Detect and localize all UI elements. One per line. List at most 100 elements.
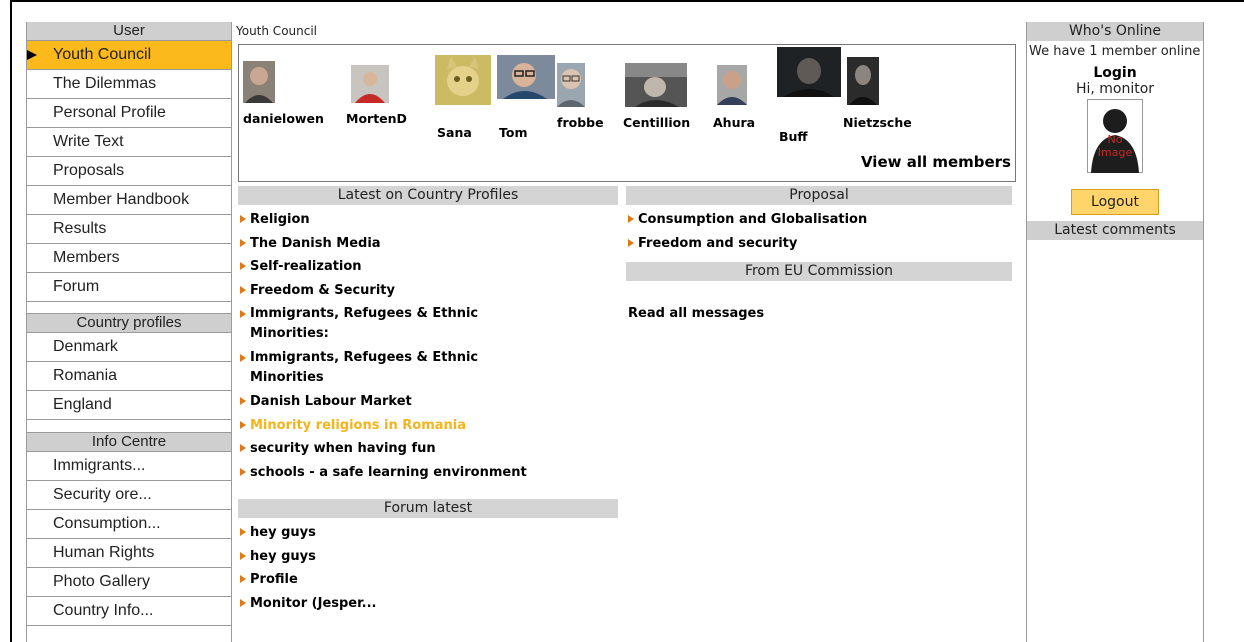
proposal-section-header: Proposal: [626, 186, 1012, 205]
online-count-text: We have 1 member online: [1029, 44, 1201, 59]
arrow-icon: [240, 598, 246, 607]
nav-label: Security ore...: [53, 486, 152, 503]
link-text: Consumption and Globalisation: [638, 212, 868, 227]
member-name: MortenD: [346, 111, 407, 126]
link-text: Immigrants, Refugees & Ethnic Minorities…: [250, 306, 479, 341]
nav-denmark[interactable]: Denmark: [27, 333, 231, 362]
arrow-icon: [240, 397, 246, 405]
logout-button[interactable]: Logout: [1071, 189, 1159, 215]
link-text: Minority religions in Romania: [250, 417, 466, 433]
link-text: Religion: [250, 212, 310, 227]
member-card[interactable]: MortenD: [346, 65, 407, 126]
nav-member-handbook[interactable]: Member Handbook: [27, 186, 231, 215]
list-item[interactable]: Freedom and security: [626, 232, 1012, 256]
latest-comments-header: Latest comments: [1027, 221, 1203, 240]
member-name: Centillion: [623, 115, 691, 130]
list-item[interactable]: schools - a safe learning environment: [238, 461, 618, 485]
arrow-icon: [240, 310, 246, 318]
nav-spacer: [27, 302, 231, 314]
nav-members[interactable]: Members: [27, 244, 231, 273]
nav-label: Photo Gallery: [53, 573, 150, 590]
member-photo: [497, 55, 555, 99]
forum-latest-list: hey guys hey guys Profile Monitor (Jespe…: [238, 521, 618, 615]
member-card[interactable]: Buff: [777, 47, 841, 144]
member-photo: [717, 65, 747, 105]
nav-label: Members: [53, 249, 120, 266]
nav-personal-profile[interactable]: Personal Profile: [27, 99, 231, 128]
arrow-icon: [628, 215, 634, 223]
country-profiles-section-header: Latest on Country Profiles: [238, 186, 618, 205]
eu-commission-section-header: From EU Commission: [626, 262, 1012, 281]
list-item[interactable]: The Danish Media: [238, 232, 618, 256]
info-centre-header: Info Centre: [27, 432, 231, 452]
link-text: Profile: [250, 572, 298, 587]
member-card[interactable]: Nietzsche: [843, 57, 912, 130]
arrow-icon: [628, 238, 634, 247]
list-item[interactable]: Danish Labour Market: [238, 390, 618, 414]
nav-human-rights[interactable]: Human Rights: [27, 539, 231, 568]
nav-the-dilemmas[interactable]: The Dilemmas: [27, 70, 231, 99]
nav-label: Romania: [53, 367, 118, 384]
nav-photo-gallery[interactable]: Photo Gallery: [27, 568, 231, 597]
left-sidebar: User Youth Council The Dilemmas Personal…: [26, 22, 232, 642]
nav-forum[interactable]: Forum: [27, 273, 231, 302]
list-item[interactable]: Monitor (Jesper...: [238, 592, 618, 616]
link-text: schools - a safe learning environment: [250, 464, 527, 480]
nav-label: Results: [53, 220, 107, 237]
member-name: Sana: [437, 125, 472, 140]
member-card[interactable]: Tom: [497, 55, 555, 140]
list-item[interactable]: Immigrants, Refugees & Ethnic Minorities: [238, 346, 550, 390]
nav-label: Write Text: [53, 133, 124, 150]
nav-write-text[interactable]: Write Text: [27, 128, 231, 157]
arrow-icon: [240, 444, 246, 452]
list-item[interactable]: hey guys: [238, 545, 618, 569]
nav-security[interactable]: Security ore...: [27, 481, 231, 510]
nav-label: Consumption...: [53, 515, 161, 532]
forum-latest-section-header: Forum latest: [238, 499, 618, 518]
nav-label: Human Rights: [53, 544, 155, 561]
nav-label: Proposals: [53, 162, 125, 179]
list-item[interactable]: Consumption and Globalisation: [626, 208, 1012, 232]
nav-results[interactable]: Results: [27, 215, 231, 244]
nav-youth-council[interactable]: Youth Council: [27, 41, 231, 70]
read-all-messages-link[interactable]: Read all messages: [628, 306, 764, 321]
list-item[interactable]: Self-realization: [238, 255, 618, 279]
nav-label: Personal Profile: [53, 104, 166, 121]
member-card[interactable]: danielowen: [243, 61, 324, 126]
nav-proposals[interactable]: Proposals: [27, 157, 231, 186]
member-card[interactable]: Sana: [435, 55, 491, 140]
member-photo: [243, 61, 275, 103]
member-card[interactable]: Centillion: [623, 63, 690, 130]
nav-immigrants[interactable]: Immigrants...: [27, 452, 231, 481]
list-item[interactable]: Minority religions in Romania: [238, 414, 618, 438]
list-item[interactable]: Immigrants, Refugees & Ethnic Minorities…: [238, 302, 550, 346]
current-page-arrow-icon: [27, 50, 37, 60]
list-item[interactable]: Religion: [238, 208, 618, 232]
nav-england[interactable]: England: [27, 391, 231, 420]
nav-label: Denmark: [53, 338, 118, 355]
nav-label: Forum: [53, 278, 100, 295]
view-all-members-link[interactable]: View all members: [861, 153, 1011, 171]
nav-label: Country Info...: [53, 602, 154, 619]
member-name: Nietzsche: [843, 115, 912, 130]
member-card[interactable]: frobbe: [557, 63, 604, 130]
members-panel: danielowen MortenD Sana Tom frobbe Centi…: [238, 44, 1016, 182]
list-item[interactable]: hey guys: [238, 521, 618, 545]
member-photo: [435, 55, 491, 105]
member-card[interactable]: Ahura: [713, 65, 755, 130]
list-item[interactable]: security when having fun: [238, 437, 618, 461]
member-photo: [847, 57, 879, 105]
arrow-icon: [240, 354, 246, 362]
nav-label: The Dilemmas: [53, 75, 157, 92]
nav-romania[interactable]: Romania: [27, 362, 231, 391]
member-name: frobbe: [557, 115, 604, 130]
nav-consumption[interactable]: Consumption...: [27, 510, 231, 539]
arrow-icon: [240, 262, 246, 270]
link-text: Monitor (Jesper...: [250, 595, 377, 611]
login-heading: Login: [1093, 65, 1137, 81]
member-photo: [625, 63, 687, 107]
list-item[interactable]: Profile: [238, 568, 618, 592]
arrow-icon: [240, 551, 246, 560]
list-item[interactable]: Freedom & Security: [238, 279, 618, 303]
